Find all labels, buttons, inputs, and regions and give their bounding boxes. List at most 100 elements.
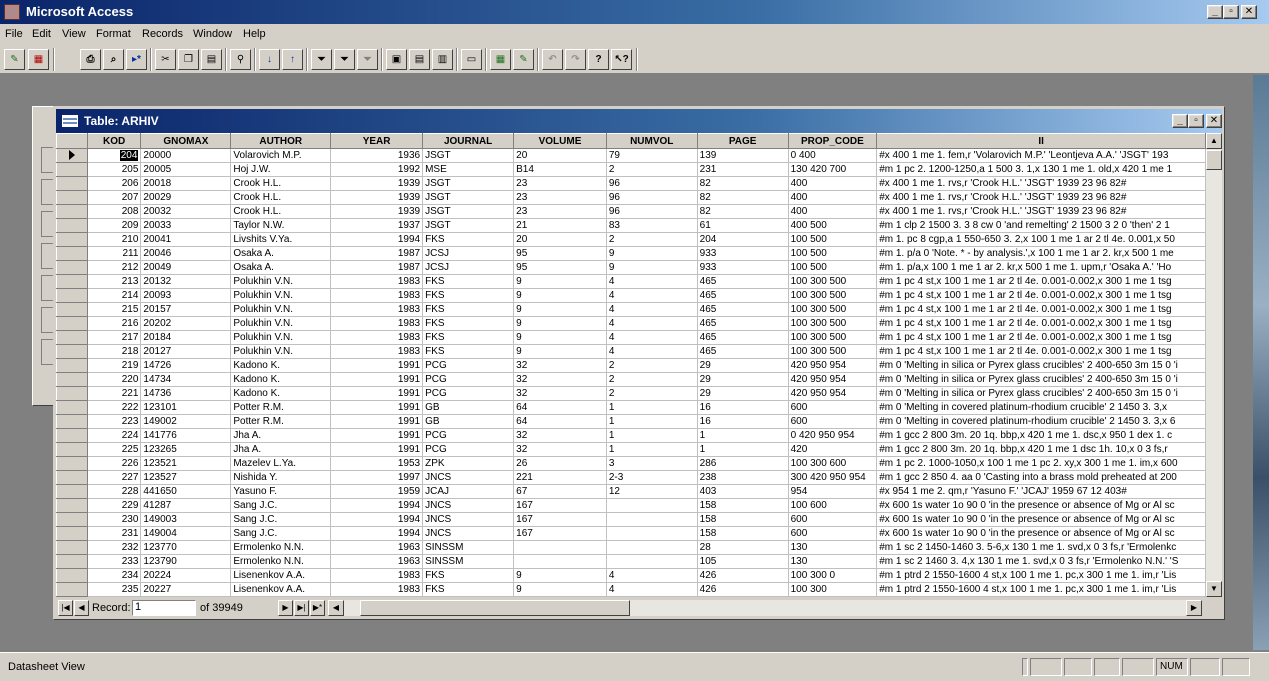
cell-journal[interactable]: JSGT — [422, 176, 515, 191]
cell-journal[interactable]: JSGT — [422, 190, 515, 205]
cell-page[interactable]: 158 — [696, 512, 789, 527]
column-header-year[interactable]: YEAR — [330, 133, 424, 149]
cell-kod[interactable]: 233 — [86, 554, 142, 569]
menu-window[interactable]: Window — [193, 28, 232, 40]
cell-year[interactable]: 1939 — [330, 204, 424, 219]
cell-year[interactable]: 1983 — [330, 302, 424, 317]
cell-year[interactable]: 1983 — [330, 288, 424, 303]
cell-year[interactable]: 1992 — [330, 162, 424, 177]
cell-journal[interactable]: GB — [422, 414, 515, 429]
scroll-left-button[interactable]: ◀ — [328, 600, 344, 616]
cell-numvol[interactable]: 9 — [605, 260, 698, 275]
cell-numvol[interactable]: 9 — [605, 246, 698, 261]
cell-volume[interactable]: 9 — [513, 288, 607, 303]
cell-prop-code[interactable]: 100 300 600 — [787, 456, 878, 471]
cell-year[interactable]: 1959 — [330, 484, 424, 499]
cell-volume[interactable]: 26 — [513, 456, 607, 471]
cell-kod[interactable]: 221 — [86, 386, 142, 401]
cell-page[interactable]: 426 — [696, 582, 789, 597]
cell-volume[interactable]: 32 — [513, 428, 607, 443]
table-row[interactable]: 210 20041 Livshits V.Ya. 1994 FKS 20 2 204 100 5… — [56, 232, 1206, 247]
table-row[interactable]: 221 14736 Kadono K. 1991 PCG 32 2 29 420 950 954… — [56, 386, 1206, 401]
cell-prop-code[interactable]: 100 300 500 — [787, 330, 878, 345]
cell-year[interactable]: 1991 — [330, 372, 424, 387]
cell-journal[interactable]: JCAJ — [422, 484, 515, 499]
cell-numvol[interactable]: 4 — [605, 288, 698, 303]
cell-kod[interactable]: 212 — [86, 260, 142, 275]
column-header-page[interactable]: PAGE — [696, 133, 789, 149]
cell-page[interactable]: 158 — [696, 498, 789, 513]
cell-kod[interactable]: 220 — [86, 372, 142, 387]
cell-year[interactable]: 1983 — [330, 316, 424, 331]
row-selector[interactable] — [56, 176, 88, 191]
cell-kod[interactable]: 232 — [86, 540, 142, 555]
cell-author[interactable]: Polukhin V.N. — [230, 274, 332, 289]
row-selector[interactable] — [56, 330, 88, 345]
cell-author[interactable]: Sang J.C. — [230, 526, 332, 541]
cell-volume[interactable]: 9 — [513, 302, 607, 317]
cell-ii[interactable]: #x 400 1 me 1. rvs,r 'Crook H.L.' 'JSGT'… — [876, 204, 1206, 219]
cell-gnomax[interactable]: 20093 — [140, 288, 232, 303]
cell-numvol[interactable]: 4 — [605, 302, 698, 317]
cell-gnomax[interactable]: 141776 — [140, 428, 232, 443]
cell-author[interactable]: Hoj J.W. — [230, 162, 332, 177]
table-row[interactable]: 235 20227 Lisenenkov A.A. 1983 FKS 9 4 426 100 3… — [56, 582, 1206, 597]
table-row[interactable]: 232 123770 Ermolenko N.N. 1963 SINSSM 28 130 #m… — [56, 540, 1206, 555]
cell-gnomax[interactable]: 20132 — [140, 274, 232, 289]
cell-ii[interactable]: #m 1 ptrd 2 1550-1600 4 st,x 100 1 me 1.… — [876, 582, 1206, 597]
cell-prop-code[interactable]: 100 300 500 — [787, 316, 878, 331]
cell-gnomax[interactable]: 41287 — [140, 498, 232, 513]
cell-ii[interactable]: #m 1 clp 2 1500 3. 3 8 cw 0 'and remelti… — [876, 218, 1206, 233]
cell-gnomax[interactable]: 123521 — [140, 456, 232, 471]
cell-gnomax[interactable]: 20018 — [140, 176, 232, 191]
cell-prop-code[interactable]: 600 — [787, 414, 878, 429]
new-record-nav-button[interactable]: ▶* — [310, 600, 325, 616]
cell-prop-code[interactable]: 100 300 500 — [787, 302, 878, 317]
row-selector[interactable] — [56, 582, 88, 597]
cell-numvol[interactable] — [605, 526, 698, 541]
cell-prop-code[interactable]: 420 950 954 — [787, 372, 878, 387]
cell-kod[interactable]: 214 — [86, 288, 142, 303]
cell-year[interactable]: 1987 — [330, 246, 424, 261]
cell-journal[interactable]: JCSJ — [422, 246, 515, 261]
cell-year[interactable]: 1936 — [330, 148, 424, 163]
table-row[interactable]: 211 20046 Osaka A. 1987 JCSJ 95 9 933 100 500 #m … — [56, 246, 1206, 261]
row-selector[interactable] — [56, 414, 88, 429]
cell-ii[interactable]: #m 1 pc 2. 1000-1050,x 100 1 me 1 pc 2. … — [876, 456, 1206, 471]
cell-gnomax[interactable]: 123101 — [140, 400, 232, 415]
cell-kod[interactable]: 207 — [86, 190, 142, 205]
cell-ii[interactable]: #x 400 1 me 1. fem,r 'Volarovich M.P.' '… — [876, 148, 1206, 163]
cell-year[interactable]: 1991 — [330, 442, 424, 457]
cell-page[interactable]: 465 — [696, 302, 789, 317]
cell-gnomax[interactable]: 20032 — [140, 204, 232, 219]
table-row[interactable]: 228 441650 Yasuno F. 1959 JCAJ 67 12 403 954 #x 9… — [56, 484, 1206, 499]
cell-numvol[interactable]: 4 — [605, 316, 698, 331]
cell-author[interactable]: Polukhin V.N. — [230, 344, 332, 359]
cell-volume[interactable]: 95 — [513, 246, 607, 261]
cell-numvol[interactable]: 1 — [605, 414, 698, 429]
cell-gnomax[interactable]: 20005 — [140, 162, 232, 177]
cell-author[interactable]: Crook H.L. — [230, 176, 332, 191]
vertical-scrollbar[interactable]: ▲ ▼ — [1206, 133, 1222, 597]
cell-prop-code[interactable]: 420 950 954 — [787, 386, 878, 401]
cell-gnomax[interactable]: 149004 — [140, 526, 232, 541]
cell-page[interactable]: 465 — [696, 330, 789, 345]
cell-author[interactable]: Lisenenkov A.A. — [230, 582, 332, 597]
cell-ii[interactable]: #x 600 1s water 1o 90 0 'in the presence… — [876, 526, 1206, 541]
cell-prop-code[interactable]: 400 500 — [787, 218, 878, 233]
table-row[interactable]: 207 20029 Crook H.L. 1939 JSGT 23 96 82 400 #x 40… — [56, 190, 1206, 205]
cell-numvol[interactable] — [605, 540, 698, 555]
cell-ii[interactable]: #m 1. p/a 0 'Note. * - by analysis.',x 1… — [876, 246, 1206, 261]
row-selector[interactable] — [56, 526, 88, 541]
cell-author[interactable]: Kadono K. — [230, 386, 332, 401]
row-selector[interactable] — [56, 554, 88, 569]
design-view-icon[interactable]: ✎ — [4, 49, 25, 70]
cell-year[interactable]: 1983 — [330, 582, 424, 597]
cell-author[interactable]: Lisenenkov A.A. — [230, 568, 332, 583]
cell-page[interactable]: 82 — [696, 190, 789, 205]
cell-year[interactable]: 1983 — [330, 568, 424, 583]
cell-journal[interactable]: JNCS — [422, 512, 515, 527]
row-selector[interactable] — [56, 218, 88, 233]
column-header-journal[interactable]: JOURNAL — [422, 133, 515, 149]
cell-prop-code[interactable]: 100 600 — [787, 498, 878, 513]
